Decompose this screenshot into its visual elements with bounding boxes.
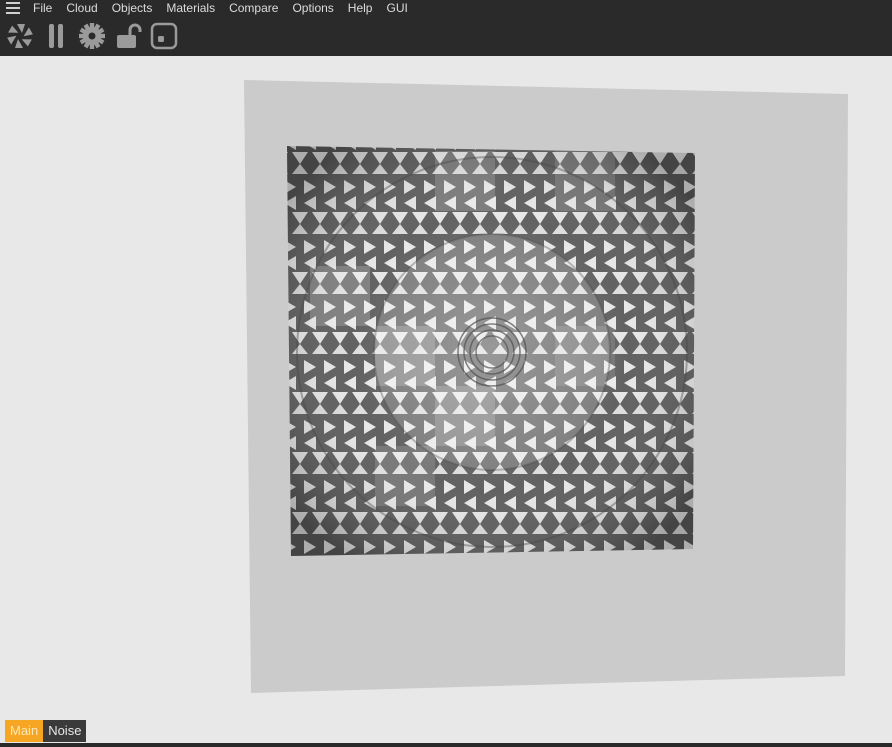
menu-objects[interactable]: Objects — [105, 0, 160, 16]
mode-tabs: Main Noise — [5, 720, 87, 742]
menu-help[interactable]: Help — [341, 0, 380, 16]
menu-file[interactable]: File — [26, 0, 59, 16]
menu-materials[interactable]: Materials — [159, 0, 222, 16]
unlock-icon[interactable] — [110, 18, 146, 54]
menu-compare[interactable]: Compare — [222, 0, 285, 16]
tab-noise[interactable]: Noise — [43, 720, 87, 742]
hamburger-icon[interactable] — [0, 0, 26, 16]
scene-render — [244, 80, 848, 693]
gear-icon[interactable] — [74, 18, 110, 54]
bottom-border — [0, 743, 892, 747]
textured-quad — [287, 146, 695, 556]
3d-viewport[interactable] — [0, 56, 892, 743]
menu-gui[interactable]: GUI — [379, 0, 414, 16]
menu-options[interactable]: Options — [285, 0, 340, 16]
menu-bar: File Cloud Objects Materials Compare Opt… — [0, 0, 892, 16]
menu-cloud[interactable]: Cloud — [59, 0, 104, 16]
rounded-square-icon[interactable] — [146, 18, 182, 54]
tab-main[interactable]: Main — [5, 720, 44, 742]
pause-icon[interactable] — [38, 18, 74, 54]
toolbar — [0, 16, 892, 56]
aperture-icon[interactable] — [2, 18, 38, 54]
